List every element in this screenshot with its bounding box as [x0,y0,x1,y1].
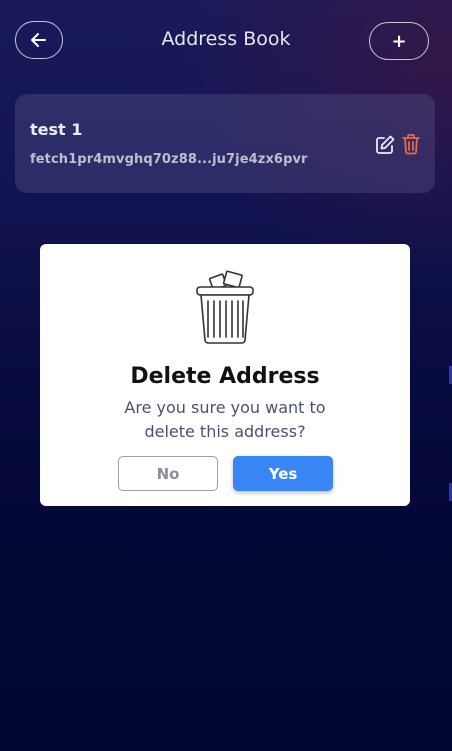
cancel-button[interactable]: No [118,456,218,491]
delete-dialog: Delete Address Are you sure you want to … [40,244,410,506]
dialog-title: Delete Address [130,364,320,389]
trash-bin-icon [196,270,254,344]
confirm-button[interactable]: Yes [233,456,333,491]
modal-overlay: Delete Address Are you sure you want to … [0,0,452,751]
dialog-message: Are you sure you want to delete this add… [124,398,326,441]
